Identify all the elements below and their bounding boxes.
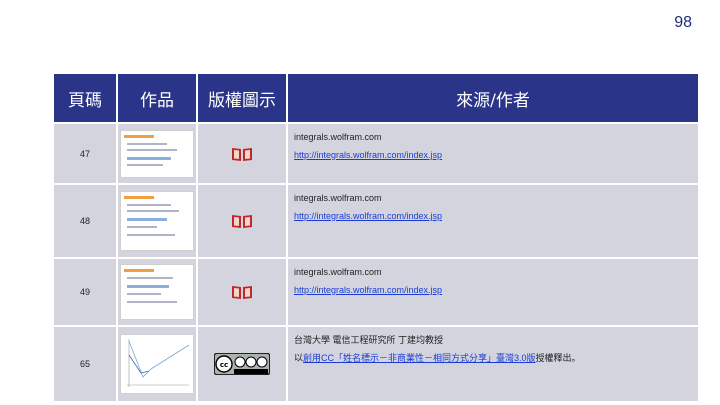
- source-cell: integrals.wolfram.com http://integrals.w…: [288, 124, 698, 183]
- page-cell: 49: [54, 259, 116, 325]
- source-name: integrals.wolfram.com: [294, 267, 382, 277]
- license-statement: 以創用CC「姓名標示－非商業性－相同方式分享」臺灣3.0版授權釋出。: [294, 349, 698, 367]
- work-thumbnail-plot: [120, 334, 194, 394]
- source-cell: 台灣大學 電信工程研究所 丁建均教授 以創用CC「姓名標示－非商業性－相同方式分…: [288, 327, 698, 401]
- table-row: 48 integrals.wolfram.com http://integral…: [54, 185, 698, 257]
- source-cell: integrals.wolfram.com http://integrals.w…: [288, 259, 698, 325]
- page-cell: 65: [54, 327, 116, 401]
- header-work: 作品: [118, 74, 196, 122]
- license-suffix: 授權釋出。: [535, 353, 581, 363]
- source-link[interactable]: http://integrals.wolfram.com/index.jsp: [294, 285, 442, 295]
- license-link[interactable]: 創用CC「姓名標示－非商業性－相同方式分享」臺灣3.0版: [303, 353, 536, 363]
- cc-by-nc-sa-icon: cc: [214, 353, 270, 375]
- source-link[interactable]: http://integrals.wolfram.com/index.jsp: [294, 150, 442, 160]
- header-license-icon: 版權圖示: [198, 74, 286, 122]
- work-thumbnail: [120, 264, 194, 320]
- work-thumbnail: [120, 191, 194, 251]
- source-link[interactable]: http://integrals.wolfram.com/index.jsp: [294, 211, 442, 221]
- header-page: 頁碼: [54, 74, 116, 122]
- book-icon: [232, 215, 252, 228]
- license-cell: [198, 259, 286, 325]
- work-cell: [118, 327, 196, 401]
- work-cell: [118, 185, 196, 257]
- source-name: integrals.wolfram.com: [294, 193, 382, 203]
- book-icon: [232, 147, 252, 161]
- license-cell: [198, 124, 286, 183]
- work-cell: [118, 259, 196, 325]
- work-thumbnail: [120, 129, 194, 178]
- page-cell: 48: [54, 185, 116, 257]
- credits-table: 頁碼 作品 版權圖示 來源/作者 47 integrals.wolfram.co…: [52, 72, 700, 403]
- table-row: 49 integrals.wolfram.com http://integral…: [54, 259, 698, 325]
- source-name: 台灣大學 電信工程研究所 丁建均教授: [294, 335, 444, 345]
- header-source: 來源/作者: [288, 74, 698, 122]
- source-name: integrals.wolfram.com: [294, 132, 382, 142]
- svg-text:cc: cc: [220, 361, 228, 369]
- license-cell: cc: [198, 327, 286, 401]
- book-icon: [232, 286, 252, 299]
- page-number: 98: [674, 14, 692, 31]
- license-cell: [198, 185, 286, 257]
- page-cell: 47: [54, 124, 116, 183]
- table-header-row: 頁碼 作品 版權圖示 來源/作者: [54, 74, 698, 122]
- table-row: 47 integrals.wolfram.com http://integral…: [54, 124, 698, 183]
- table-row: 65 cc 台灣大學 電信工程研究所 丁建均教授 以創用CC「姓名標示－非商業性…: [54, 327, 698, 401]
- work-cell: [118, 124, 196, 183]
- license-prefix: 以: [294, 353, 304, 363]
- source-cell: integrals.wolfram.com http://integrals.w…: [288, 185, 698, 257]
